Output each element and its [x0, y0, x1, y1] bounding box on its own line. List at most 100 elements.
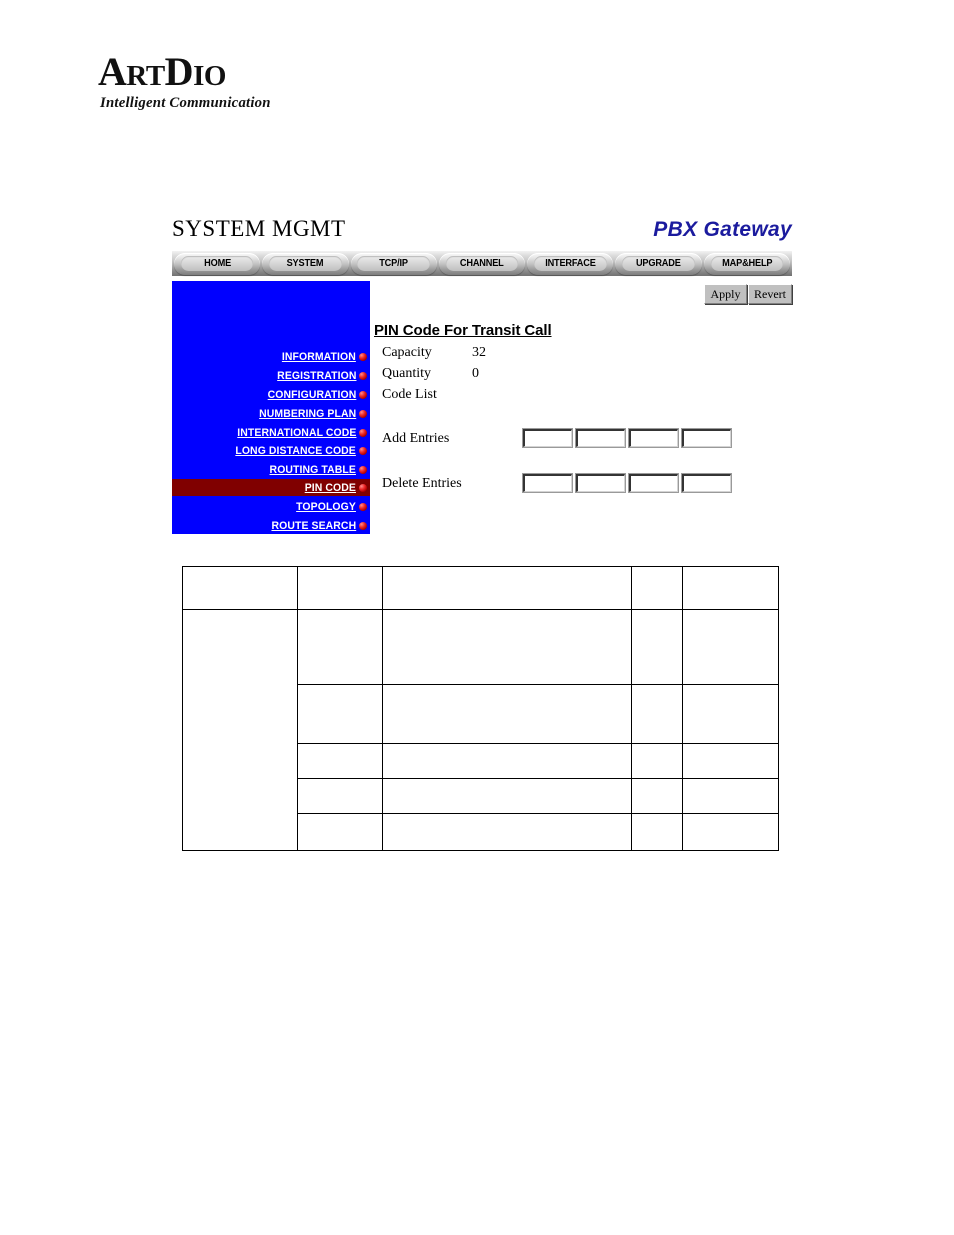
delete-entry-input-3[interactable] [628, 473, 679, 493]
data-table [182, 566, 779, 851]
capacity-label: Capacity [382, 345, 432, 360]
tab-upgrade-label: UPGRADE [636, 258, 681, 269]
add-entry-input-1[interactable] [522, 428, 573, 448]
add-entry-input-2[interactable] [575, 428, 626, 448]
table-cell [382, 778, 632, 814]
tab-home-inner: HOME [180, 256, 254, 271]
table-cell [297, 743, 383, 779]
table-cell [631, 813, 683, 851]
quantity-value: 0 [472, 366, 479, 381]
sidebar-item-route-search[interactable]: ROUTE SEARCH [172, 517, 370, 534]
table-cell [297, 609, 383, 685]
tab-interface-label: INTERFACE [545, 258, 596, 269]
table-cell [382, 813, 632, 851]
table-header-cell-4 [631, 566, 683, 610]
bullet-icon [359, 446, 367, 455]
sidebar-item-international-code-label: INTERNATIONAL CODE [236, 426, 356, 439]
table-cell [631, 743, 683, 779]
bullet-icon [359, 409, 367, 418]
tab-upgrade-inner: UPGRADE [622, 256, 695, 271]
sidebar-item-information-label: INFORMATION [282, 350, 356, 363]
sidebar-item-registration-label: REGISTRATION [276, 369, 356, 382]
table-cell [297, 813, 383, 851]
sidebar-item-information[interactable]: INFORMATION [172, 348, 370, 365]
tab-tcpip-label: TCP/IP [379, 258, 408, 269]
delete-entries-label: Delete Entries [382, 476, 462, 491]
table-cell [631, 609, 683, 685]
table-header-cell-2 [297, 566, 383, 610]
logo-letter-d: D [164, 49, 194, 94]
tab-map-and-help[interactable]: MAP&HELP [703, 252, 790, 275]
sidebar-item-topology[interactable]: TOPOLOGY [172, 498, 370, 515]
table-cell [382, 609, 632, 685]
sidebar-item-long-distance-code[interactable]: LONG DISTANCE CODE [172, 442, 370, 459]
bullet-icon [359, 483, 367, 492]
table-header-cell-5 [682, 566, 779, 610]
sidebar-item-route-search-label: ROUTE SEARCH [271, 519, 356, 532]
table-header-cell-3 [382, 566, 632, 610]
add-entry-input-4[interactable] [681, 428, 732, 448]
page-title: SYSTEM MGMT [172, 216, 346, 241]
bullet-icon [359, 390, 367, 399]
delete-entry-input-4[interactable] [681, 473, 732, 493]
quantity-label: Quantity [382, 366, 431, 381]
tab-system[interactable]: SYSTEM [262, 252, 349, 275]
tab-home[interactable]: HOME [174, 252, 261, 275]
table-cell [682, 813, 779, 851]
table-cell [297, 684, 383, 744]
tab-tcpip[interactable]: TCP/IP [350, 252, 437, 275]
table-cell [631, 684, 683, 744]
tab-system-inner: SYSTEM [269, 256, 342, 271]
bullet-icon [359, 352, 367, 361]
sidebar-item-registration[interactable]: REGISTRATION [172, 367, 370, 384]
add-entries-row: Add Entries [382, 428, 792, 449]
logo-tagline: Intelligent Communication [100, 95, 271, 111]
apply-button[interactable]: Apply [704, 284, 747, 304]
sidebar-item-configuration[interactable]: CONFIGURATION [172, 386, 370, 403]
sidebar-item-long-distance-code-label: LONG DISTANCE CODE [235, 444, 356, 457]
delete-entry-input-1[interactable] [522, 473, 573, 493]
sidebar-item-international-code[interactable]: INTERNATIONAL CODE [172, 424, 370, 441]
tab-channel[interactable]: CHANNEL [438, 252, 526, 275]
bullet-icon [359, 502, 367, 511]
content-area: INFORMATION REGISTRATION CONFIGURATION N… [172, 281, 792, 535]
tab-upgrade[interactable]: UPGRADE [615, 252, 702, 275]
bullet-icon [359, 521, 367, 530]
sidebar-item-numbering-plan[interactable]: NUMBERING PLAN [172, 405, 370, 422]
add-entries-label: Add Entries [382, 431, 450, 446]
bullet-icon [359, 428, 367, 437]
bullet-icon [359, 371, 367, 380]
tab-tcpip-inner: TCP/IP [357, 256, 430, 271]
product-name: PBX Gateway [653, 218, 792, 241]
tab-interface-inner: INTERFACE [534, 256, 607, 271]
main-navigation: HOME SYSTEM TCP/IP CHANNEL INTERFACE UPG… [172, 251, 792, 276]
sidebar-item-configuration-label: CONFIGURATION [267, 388, 356, 401]
tab-map-and-help-inner: MAP&HELP [710, 256, 784, 271]
delete-entry-input-2[interactable] [575, 473, 626, 493]
sidebar-item-routing-table[interactable]: ROUTING TABLE [172, 461, 370, 478]
sidebar-item-pin-code[interactable]: PIN CODE [172, 479, 370, 496]
sidebar-item-topology-label: TOPOLOGY [296, 500, 356, 513]
table-row-group-cell [182, 609, 298, 851]
code-list-label: Code List [382, 387, 437, 402]
delete-entries-row: Delete Entries [382, 473, 792, 494]
sidebar-item-pin-code-label: PIN CODE [304, 481, 356, 494]
revert-button[interactable]: Revert [748, 284, 792, 304]
brand-logo: ARTDIO Intelligent Communication [98, 52, 358, 124]
table-cell [631, 778, 683, 814]
tab-system-label: SYSTEM [287, 258, 324, 269]
table-cell [682, 609, 779, 685]
table-cell [682, 743, 779, 779]
delete-entries-fields [522, 473, 735, 493]
tab-channel-inner: CHANNEL [445, 256, 519, 271]
table-cell [682, 778, 779, 814]
table-cell [682, 684, 779, 744]
sidebar-item-numbering-plan-label: NUMBERING PLAN [258, 407, 356, 420]
tab-interface[interactable]: INTERFACE [527, 252, 614, 275]
table-header-row [182, 566, 779, 610]
action-button-group: Apply Revert [703, 284, 792, 304]
form-title: PIN Code For Transit Call [374, 322, 552, 339]
add-entry-input-3[interactable] [628, 428, 679, 448]
app-header: SYSTEM MGMT PBX Gateway [172, 216, 792, 248]
tab-home-label: HOME [203, 258, 231, 269]
